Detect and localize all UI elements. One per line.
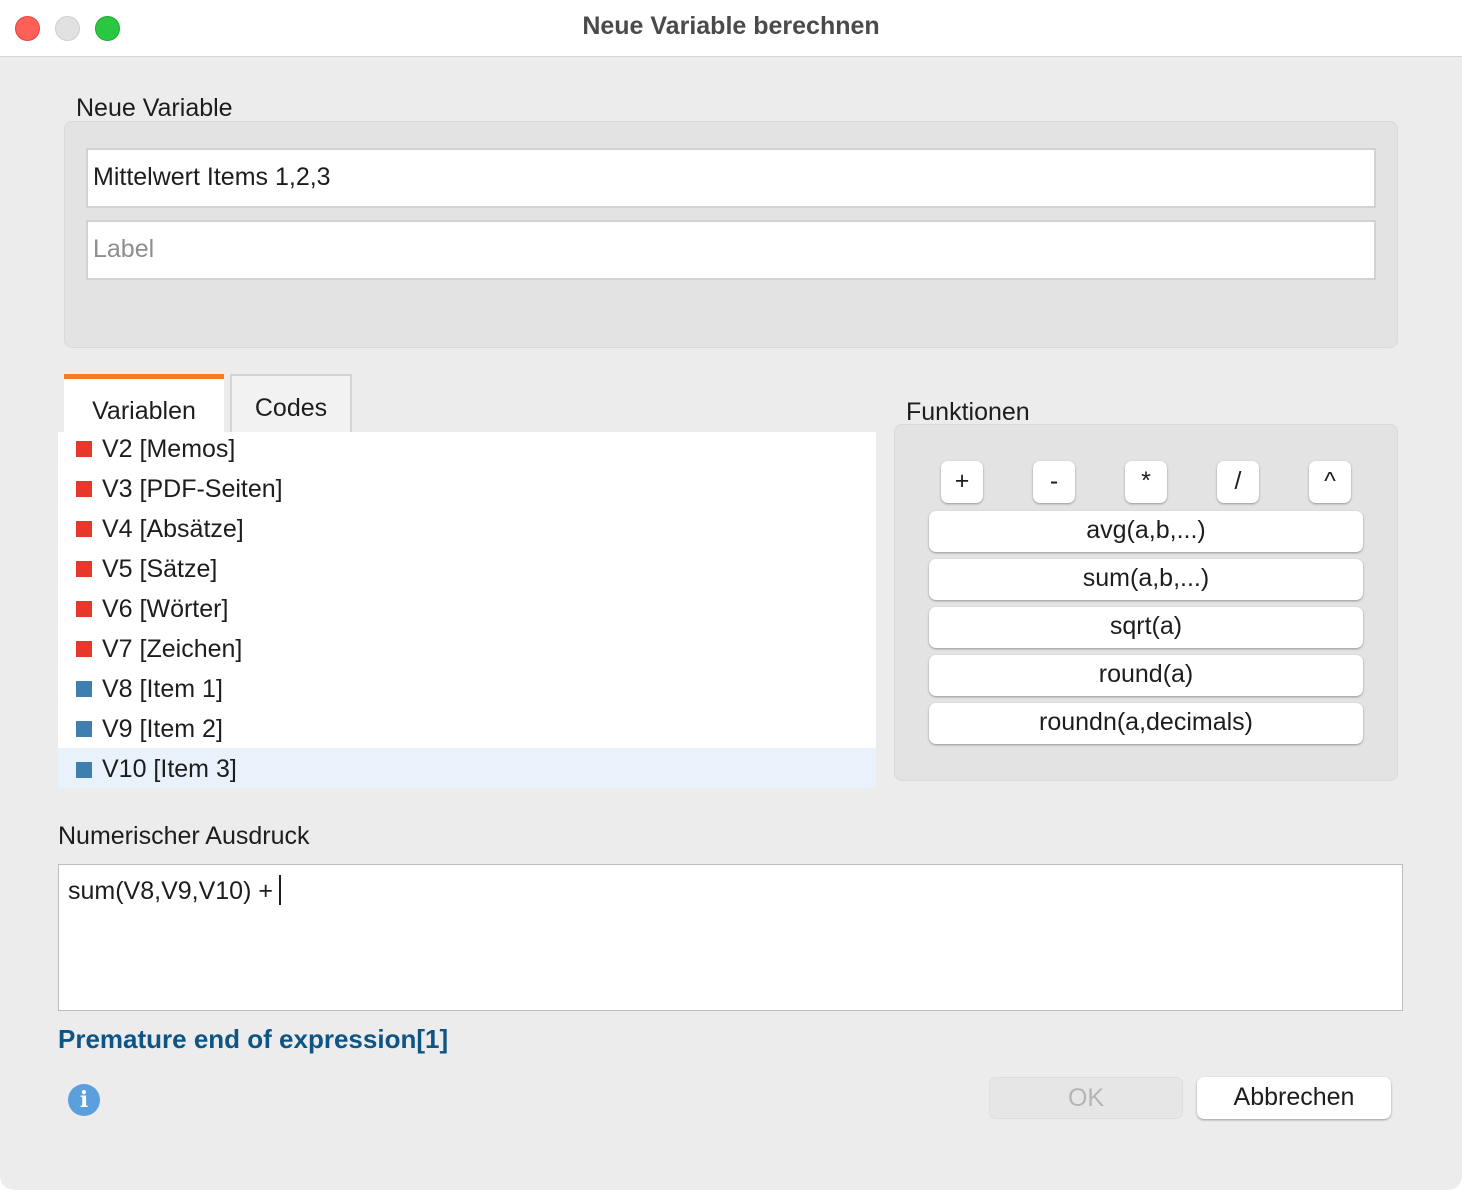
text-caret — [278, 875, 281, 905]
variable-color-swatch — [76, 601, 92, 617]
new-variable-group-label: Neue Variable — [76, 94, 233, 122]
variable-label: V10 [Item 3] — [102, 755, 237, 783]
minus-operator-button[interactable]: - — [1033, 461, 1075, 503]
round-function-button[interactable]: round(a) — [929, 655, 1363, 696]
list-item-selected[interactable]: V10 [Item 3] — [58, 748, 876, 788]
roundn-function-button[interactable]: roundn(a,decimals) — [929, 703, 1363, 744]
variable-label: V3 [PDF-Seiten] — [102, 475, 283, 503]
variable-color-swatch — [76, 721, 92, 737]
variable-color-swatch — [76, 561, 92, 577]
info-icon[interactable]: i — [68, 1084, 100, 1116]
variable-color-swatch — [76, 762, 92, 778]
variable-name-field[interactable]: Mittelwert Items 1,2,3 — [86, 148, 1376, 208]
variable-color-swatch — [76, 681, 92, 697]
variable-color-swatch — [76, 481, 92, 497]
variable-label: V8 [Item 1] — [102, 675, 223, 703]
list-item[interactable]: V9 [Item 2] — [58, 712, 876, 752]
list-item[interactable]: V2 [Memos] — [58, 432, 876, 472]
variable-color-swatch — [76, 521, 92, 537]
list-item[interactable]: V4 [Absätze] — [58, 512, 876, 552]
expression-text: sum(V8,V9,V10) + — [68, 877, 273, 905]
variable-color-swatch — [76, 441, 92, 457]
title-bar: Neue Variable berechnen — [0, 0, 1462, 57]
tab-variablen[interactable]: Variablen — [64, 374, 224, 434]
divide-operator-button[interactable]: / — [1217, 461, 1259, 503]
list-item[interactable]: V7 [Zeichen] — [58, 632, 876, 672]
sum-function-button[interactable]: sum(a,b,...) — [929, 559, 1363, 600]
dialog-window: Neue Variable berechnen Neue Variable Mi… — [0, 0, 1462, 1190]
expression-content: sum(V8,V9,V10) + — [68, 875, 281, 906]
list-item[interactable]: V8 [Item 1] — [58, 672, 876, 712]
cancel-button[interactable]: Abbrechen — [1197, 1077, 1391, 1119]
variable-color-swatch — [76, 641, 92, 657]
multiply-operator-button[interactable]: * — [1125, 461, 1167, 503]
avg-function-button[interactable]: avg(a,b,...) — [929, 511, 1363, 552]
variable-label: V6 [Wörter] — [102, 595, 229, 623]
expression-label: Numerischer Ausdruck — [58, 822, 310, 850]
expression-editor[interactable]: sum(V8,V9,V10) + — [58, 864, 1403, 1011]
variable-label-field[interactable]: Label — [86, 220, 1376, 280]
list-item[interactable]: V3 [PDF-Seiten] — [58, 472, 876, 512]
error-message: Premature end of expression[1] — [58, 1024, 449, 1054]
sqrt-function-button[interactable]: sqrt(a) — [929, 607, 1363, 648]
variable-label: V5 [Sätze] — [102, 555, 218, 583]
variable-label: V2 [Memos] — [102, 435, 236, 463]
variable-label: V7 [Zeichen] — [102, 635, 243, 663]
variable-list: V2 [Memos] V3 [PDF-Seiten] V4 [Absätze] … — [58, 432, 876, 788]
tab-codes[interactable]: Codes — [230, 374, 352, 432]
power-operator-button[interactable]: ^ — [1309, 461, 1351, 503]
ok-button[interactable]: OK — [989, 1077, 1183, 1119]
plus-operator-button[interactable]: + — [941, 461, 983, 503]
variable-label: V4 [Absätze] — [102, 515, 244, 543]
functions-group-label: Funktionen — [906, 398, 1030, 426]
window-title: Neue Variable berechnen — [582, 12, 880, 40]
list-item[interactable]: V6 [Wörter] — [58, 592, 876, 632]
list-item[interactable]: V5 [Sätze] — [58, 552, 876, 592]
variable-label: V9 [Item 2] — [102, 715, 223, 743]
